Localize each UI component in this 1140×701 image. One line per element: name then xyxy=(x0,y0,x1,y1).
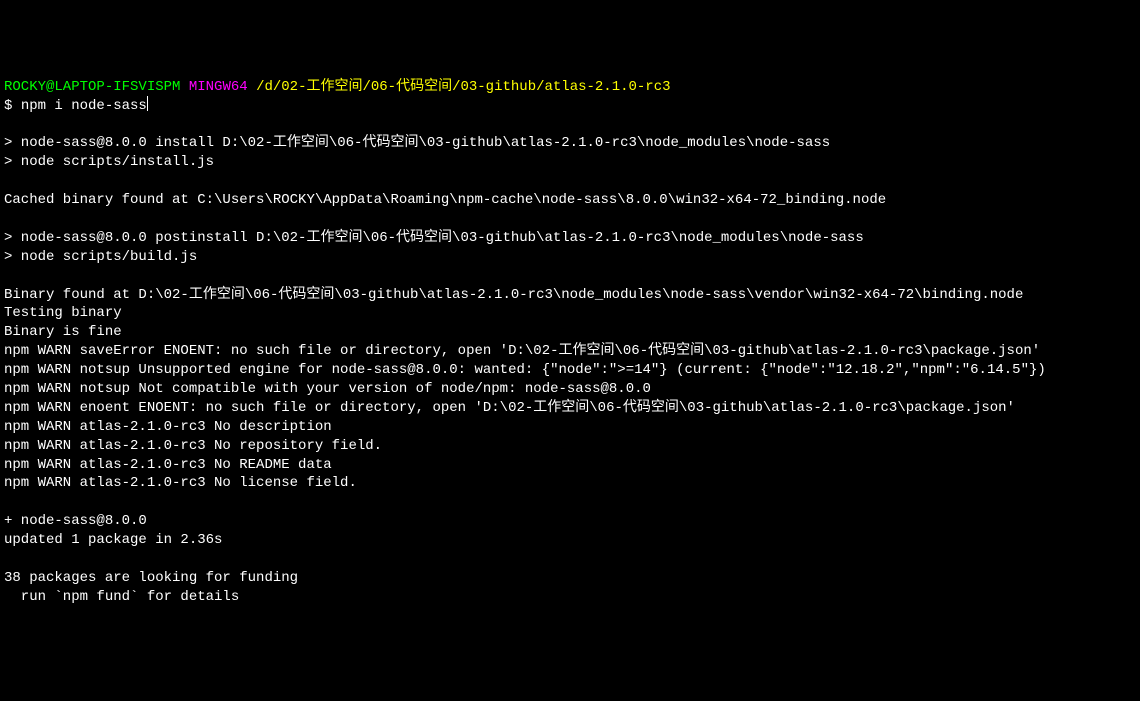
output-line: npm WARN atlas-2.1.0-rc3 No license fiel… xyxy=(4,475,357,491)
output-line: > node scripts/install.js xyxy=(4,154,214,170)
command-text: npm i node-sass xyxy=(21,98,147,114)
prompt-symbol: $ xyxy=(4,98,12,114)
output-line: + node-sass@8.0.0 xyxy=(4,513,147,529)
prompt-line: ROCKY@LAPTOP-IFSVISPM MINGW64 /d/02-工作空间… xyxy=(4,79,671,95)
output-line: Binary is fine xyxy=(4,324,122,340)
command-line: $ npm i node-sass xyxy=(4,98,148,114)
output-line: > node-sass@8.0.0 install D:\02-工作空间\06-… xyxy=(4,135,830,151)
output-line: npm WARN enoent ENOENT: no such file or … xyxy=(4,400,1015,416)
output-line: updated 1 package in 2.36s xyxy=(4,532,222,548)
output-line: > node-sass@8.0.0 postinstall D:\02-工作空间… xyxy=(4,230,864,246)
prompt-user-host: ROCKY@LAPTOP-IFSVISPM xyxy=(4,79,180,95)
output-line: Testing binary xyxy=(4,305,122,321)
prompt-path: /d/02-工作空间/06-代码空间/03-github/atlas-2.1.0… xyxy=(256,79,670,95)
prompt-env: MINGW64 xyxy=(189,79,248,95)
output-line: Binary found at D:\02-工作空间\06-代码空间\03-gi… xyxy=(4,287,1023,303)
output-line: npm WARN atlas-2.1.0-rc3 No description xyxy=(4,419,332,435)
output-line: npm WARN atlas-2.1.0-rc3 No README data xyxy=(4,457,332,473)
output-line: > node scripts/build.js xyxy=(4,249,197,265)
cursor-icon xyxy=(147,96,148,111)
output-line: npm WARN notsup Not compatible with your… xyxy=(4,381,651,397)
output-line: npm WARN notsup Unsupported engine for n… xyxy=(4,362,1046,378)
output-line: 38 packages are looking for funding xyxy=(4,570,298,586)
output-line: Cached binary found at C:\Users\ROCKY\Ap… xyxy=(4,192,886,208)
output-line: run `npm fund` for details xyxy=(4,589,239,605)
terminal[interactable]: ROCKY@LAPTOP-IFSVISPM MINGW64 /d/02-工作空间… xyxy=(4,78,1136,607)
output-line: npm WARN saveError ENOENT: no such file … xyxy=(4,343,1040,359)
output-line: npm WARN atlas-2.1.0-rc3 No repository f… xyxy=(4,438,382,454)
